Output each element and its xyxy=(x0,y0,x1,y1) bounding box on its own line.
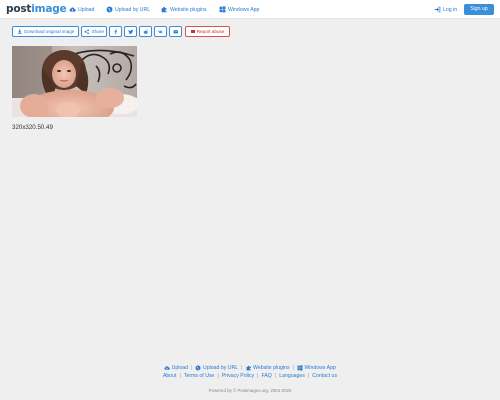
cloud-upload-icon xyxy=(164,366,170,370)
footer-upload-link[interactable]: Upload xyxy=(164,365,188,371)
footer-nav-secondary: About | Terms of Use | Privacy Policy | … xyxy=(0,373,500,379)
nav-upload-label: Upload xyxy=(78,6,95,13)
logo-text-main: post xyxy=(6,3,32,15)
download-original-button[interactable]: Download original image xyxy=(12,26,79,37)
footer-upload-url-label: Upload by URL xyxy=(202,365,239,371)
share-label: Share xyxy=(91,29,104,34)
separator: | xyxy=(179,373,181,379)
footer-terms-link[interactable]: Terms of Use xyxy=(184,373,215,379)
globe-icon xyxy=(195,365,201,371)
footer-windows-app-label: Windows App xyxy=(304,365,336,371)
globe-icon xyxy=(106,6,113,13)
login-link[interactable]: Log in xyxy=(434,6,457,13)
nav-plugins-link[interactable]: Website plugins xyxy=(161,6,207,13)
top-navbar: postimage Upload Upload by URL Website p… xyxy=(0,0,500,19)
footer-plugins-link[interactable]: Website plugins xyxy=(246,365,290,371)
share-icon xyxy=(84,29,90,34)
download-icon xyxy=(17,29,22,34)
nav-upload-url-link[interactable]: Upload by URL xyxy=(106,6,150,13)
separator: | xyxy=(274,373,277,379)
logo-text-accent: image xyxy=(31,3,67,15)
email-icon xyxy=(173,29,178,34)
footer-plugins-label: Website plugins xyxy=(253,365,290,371)
site-logo[interactable]: postimage xyxy=(6,3,67,15)
separator: | xyxy=(307,373,310,379)
login-label: Log in xyxy=(443,6,458,13)
facebook-icon xyxy=(114,29,117,34)
windows-icon xyxy=(297,365,303,371)
separator: | xyxy=(217,373,219,379)
separator: | xyxy=(292,365,294,371)
footer-languages-link[interactable]: Languages xyxy=(279,373,305,379)
share-button[interactable]: Share xyxy=(81,26,107,37)
nav-upload-link[interactable]: Upload xyxy=(69,6,94,13)
nav-upload-url-label: Upload by URL xyxy=(115,6,151,13)
footer-privacy-link[interactable]: Privacy Policy xyxy=(222,373,254,379)
flag-icon xyxy=(190,29,195,34)
powered-by-text: Powered by © Postimages.org, 2004-2025 xyxy=(208,388,292,393)
download-label: Download original image xyxy=(24,29,75,34)
signup-button[interactable]: Sign up xyxy=(464,4,494,15)
footer-about-link[interactable]: About xyxy=(163,373,177,379)
vk-share-button[interactable] xyxy=(154,26,167,37)
report-abuse-button[interactable]: Report abuse xyxy=(185,26,230,37)
nav-windows-app-label: Windows App xyxy=(228,6,260,13)
reddit-share-button[interactable] xyxy=(139,26,152,37)
nav-plugins-label: Website plugins xyxy=(170,6,207,13)
puzzle-icon xyxy=(246,365,251,371)
footer-windows-app-link[interactable]: Windows App xyxy=(297,365,336,371)
separator: | xyxy=(257,373,259,379)
footer-faq-link[interactable]: FAQ xyxy=(261,373,271,379)
twitter-share-button[interactable] xyxy=(124,26,137,37)
main-image[interactable] xyxy=(12,46,137,117)
nav-windows-app-link[interactable]: Windows App xyxy=(219,6,259,13)
separator: | xyxy=(241,365,243,371)
windows-icon xyxy=(219,6,226,13)
sign-in-icon xyxy=(434,6,441,13)
footer-upload-label: Upload xyxy=(171,365,189,371)
image-toolbar: Download original image Share Report abu… xyxy=(12,26,230,37)
reddit-icon xyxy=(143,29,148,34)
image-caption: 320x320.50.49 xyxy=(12,124,53,131)
cloud-upload-icon xyxy=(69,7,76,12)
facebook-share-button[interactable] xyxy=(109,26,122,37)
photo-illustration xyxy=(12,46,137,117)
puzzle-icon xyxy=(161,6,167,13)
email-share-button[interactable] xyxy=(169,26,182,37)
report-label: Report abuse xyxy=(196,29,225,34)
separator: | xyxy=(191,365,193,371)
vk-icon xyxy=(158,30,163,34)
footer-nav-primary: Upload | Upload by URL | Website plugins… xyxy=(0,365,500,371)
footer-contact-link[interactable]: Contact us xyxy=(312,373,337,379)
twitter-icon xyxy=(128,29,133,34)
footer-upload-url-link[interactable]: Upload by URL xyxy=(195,365,238,371)
